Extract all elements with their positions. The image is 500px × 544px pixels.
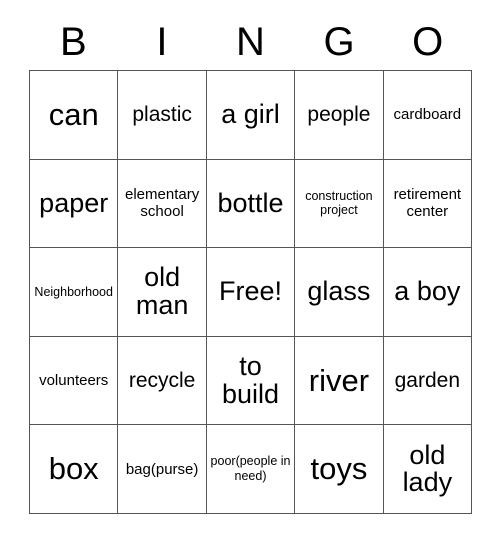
bingo-header-letter-i: I bbox=[156, 20, 168, 64]
bingo-cell-b5[interactable]: box bbox=[30, 425, 119, 514]
bingo-cell-label: volunteers bbox=[39, 372, 109, 390]
bingo-cell-label: to build bbox=[221, 351, 280, 409]
bingo-cell-n1[interactable]: a girl bbox=[206, 71, 296, 160]
bingo-cell-label: old lady bbox=[402, 439, 453, 498]
bingo-header-letter-b: B bbox=[59, 20, 87, 64]
bingo-header-row: B I N G O bbox=[29, 18, 472, 66]
bingo-cell-i2[interactable]: elementary school bbox=[118, 159, 207, 249]
bingo-row: Neighborhood old man Free! glass a boy bbox=[30, 248, 473, 337]
bingo-cell-label: can bbox=[48, 96, 99, 132]
bingo-cell-label: a girl bbox=[221, 99, 280, 130]
bingo-cell-o1[interactable]: cardboard bbox=[383, 71, 473, 160]
bingo-cell-g5[interactable]: toys bbox=[295, 425, 384, 514]
bingo-row: volunteers recycle to build river garden bbox=[30, 336, 473, 426]
bingo-cell-label: river bbox=[308, 362, 370, 398]
bingo-row: box bag(purse) poor(people in need) toys… bbox=[30, 425, 473, 514]
bingo-cell-label: bag(purse) bbox=[125, 460, 199, 478]
bingo-cell-label: glass bbox=[307, 276, 371, 307]
bingo-header-letter-n: N bbox=[236, 20, 265, 64]
bingo-cell-label: garden bbox=[394, 368, 461, 392]
bingo-cell-label: plastic bbox=[132, 102, 192, 126]
bingo-cell-label: elementary school bbox=[125, 186, 200, 221]
bingo-grid: can plastic a girl people cardboard pape… bbox=[29, 70, 473, 514]
bingo-cell-n2[interactable]: bottle bbox=[206, 159, 296, 249]
bingo-cell-g1[interactable]: people bbox=[295, 71, 384, 160]
bingo-cell-o4[interactable]: garden bbox=[383, 336, 473, 426]
bingo-cell-n5[interactable]: poor(people in need) bbox=[206, 425, 296, 514]
bingo-row: can plastic a girl people cardboard bbox=[30, 71, 473, 160]
bingo-header-letter-o: O bbox=[412, 20, 444, 64]
bingo-free-space-label: Free! bbox=[219, 276, 283, 307]
bingo-cell-label: Neighborhood bbox=[34, 284, 113, 299]
bingo-cell-i3[interactable]: old man bbox=[118, 248, 207, 337]
bingo-cell-label: box bbox=[48, 451, 99, 487]
bingo-cell-b4[interactable]: volunteers bbox=[30, 336, 119, 426]
bingo-cell-b2[interactable]: paper bbox=[30, 159, 119, 249]
bingo-cell-i5[interactable]: bag(purse) bbox=[118, 425, 207, 514]
bingo-cell-b3[interactable]: Neighborhood bbox=[30, 248, 119, 337]
bingo-cell-o2[interactable]: retirement center bbox=[383, 159, 473, 249]
bingo-cell-label: a boy bbox=[394, 276, 461, 307]
bingo-cell-label: paper bbox=[39, 187, 109, 218]
bingo-cell-i1[interactable]: plastic bbox=[118, 71, 207, 160]
bingo-cell-label: toys bbox=[310, 451, 368, 487]
bingo-cell-label: bottle bbox=[217, 187, 284, 218]
bingo-cell-label: construction project bbox=[305, 188, 373, 218]
bingo-cell-label: poor(people in need) bbox=[210, 454, 291, 484]
bingo-header-letter-g: G bbox=[323, 20, 355, 64]
bingo-cell-o3[interactable]: a boy bbox=[383, 248, 473, 337]
bingo-row: paper elementary school bottle construct… bbox=[30, 159, 473, 249]
bingo-cell-g2[interactable]: construction project bbox=[295, 159, 384, 249]
bingo-cell-o5[interactable]: old lady bbox=[383, 425, 473, 514]
bingo-cell-label: recycle bbox=[128, 368, 196, 392]
bingo-cell-label: cardboard bbox=[393, 106, 462, 124]
bingo-cell-n4[interactable]: to build bbox=[206, 336, 296, 426]
bingo-cell-label: people bbox=[307, 102, 371, 126]
bingo-cell-g4[interactable]: river bbox=[295, 336, 384, 426]
bingo-card: B I N G O can plastic a girl people card… bbox=[0, 0, 500, 544]
bingo-cell-b1[interactable]: can bbox=[30, 71, 119, 160]
bingo-cell-i4[interactable]: recycle bbox=[118, 336, 207, 426]
bingo-cell-g3[interactable]: glass bbox=[295, 248, 384, 337]
bingo-cell-label: retirement center bbox=[393, 186, 462, 221]
bingo-cell-label: old man bbox=[135, 262, 189, 320]
bingo-cell-free-space[interactable]: Free! bbox=[206, 248, 296, 337]
